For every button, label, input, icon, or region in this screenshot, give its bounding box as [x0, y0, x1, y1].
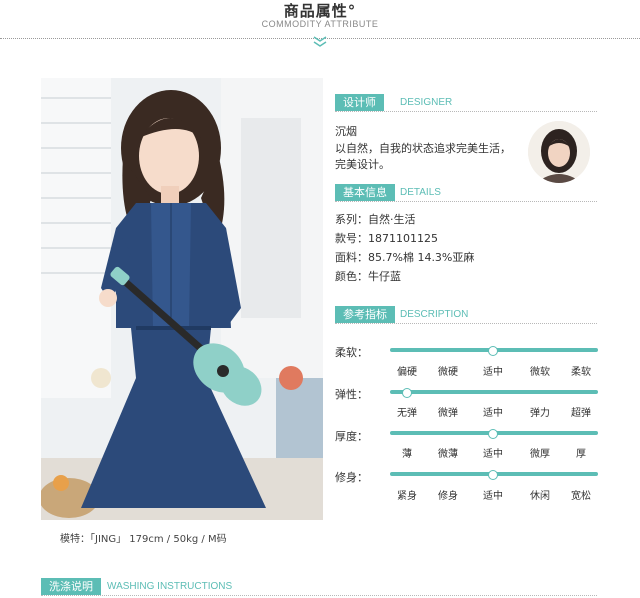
- designer-tag: 设计师: [335, 94, 384, 111]
- page-subtitle: COMMODITY ATTRIBUTE: [261, 19, 379, 29]
- metric-label-fit: 修身：: [335, 471, 368, 484]
- model-caption: 模特：「JING」 179cm / 50kg / M码: [60, 534, 227, 545]
- metric-label-thickness: 厚度：: [335, 430, 368, 443]
- fit-option: 紧身: [397, 491, 417, 502]
- slider-track-elasticity: [390, 390, 598, 394]
- elasticity-option: 超弹: [571, 408, 591, 419]
- metric-label-softness: 柔软：: [335, 346, 368, 359]
- chevron-down-icon: [313, 33, 327, 52]
- designer-description-line1: 以自然，自我的状态追求完美生活，: [335, 142, 511, 155]
- elasticity-option: 适中: [483, 408, 503, 419]
- detail-style-number: 款号：1871101125: [335, 232, 438, 245]
- product-photo: [41, 78, 323, 520]
- slider-knob-thickness: [488, 429, 498, 439]
- metric-label-elasticity: 弹性：: [335, 388, 368, 401]
- thickness-option: 薄: [402, 449, 412, 460]
- slider-knob-elasticity: [402, 388, 412, 398]
- fit-option: 修身: [438, 491, 458, 502]
- washing-tag: 洗涤说明: [41, 578, 101, 595]
- slider-knob-fit: [488, 470, 498, 480]
- washing-en-label: WASHING INSTRUCTIONS: [107, 581, 233, 592]
- fit-option: 休闲: [530, 491, 550, 502]
- designer-description-line2: 完美设计。: [335, 158, 390, 171]
- softness-option: 微硬: [438, 367, 458, 378]
- thickness-option: 微厚: [530, 449, 550, 460]
- description-en-label: DESCRIPTION: [400, 309, 469, 320]
- detail-series: 系列：自然·生活: [335, 213, 416, 226]
- slider-knob-softness: [488, 346, 498, 356]
- elasticity-option: 微弹: [438, 408, 458, 419]
- details-en-label: DETAILS: [400, 187, 441, 198]
- detail-fabric: 面料：85.7%棉 14.3%亚麻: [335, 251, 475, 264]
- designer-en-label: DESIGNER: [400, 97, 453, 108]
- description-tag: 参考指标: [335, 306, 395, 323]
- thickness-option: 厚: [576, 449, 586, 460]
- softness-option: 适中: [483, 367, 503, 378]
- detail-color: 颜色：牛仔蓝: [335, 270, 401, 283]
- page-title: 商品属性°: [283, 2, 357, 20]
- designer-avatar: [528, 121, 590, 183]
- elasticity-option: 无弹: [397, 408, 417, 419]
- details-tag: 基本信息: [335, 184, 395, 201]
- softness-option: 微软: [530, 367, 550, 378]
- thickness-option: 微薄: [438, 449, 458, 460]
- softness-option: 柔软: [571, 367, 591, 378]
- fit-option: 宽松: [571, 491, 591, 502]
- thickness-option: 适中: [483, 449, 503, 460]
- softness-option: 偏硬: [397, 367, 417, 378]
- fit-option: 适中: [483, 491, 503, 502]
- designer-name: 沉烟: [335, 125, 357, 138]
- elasticity-option: 弹力: [530, 408, 550, 419]
